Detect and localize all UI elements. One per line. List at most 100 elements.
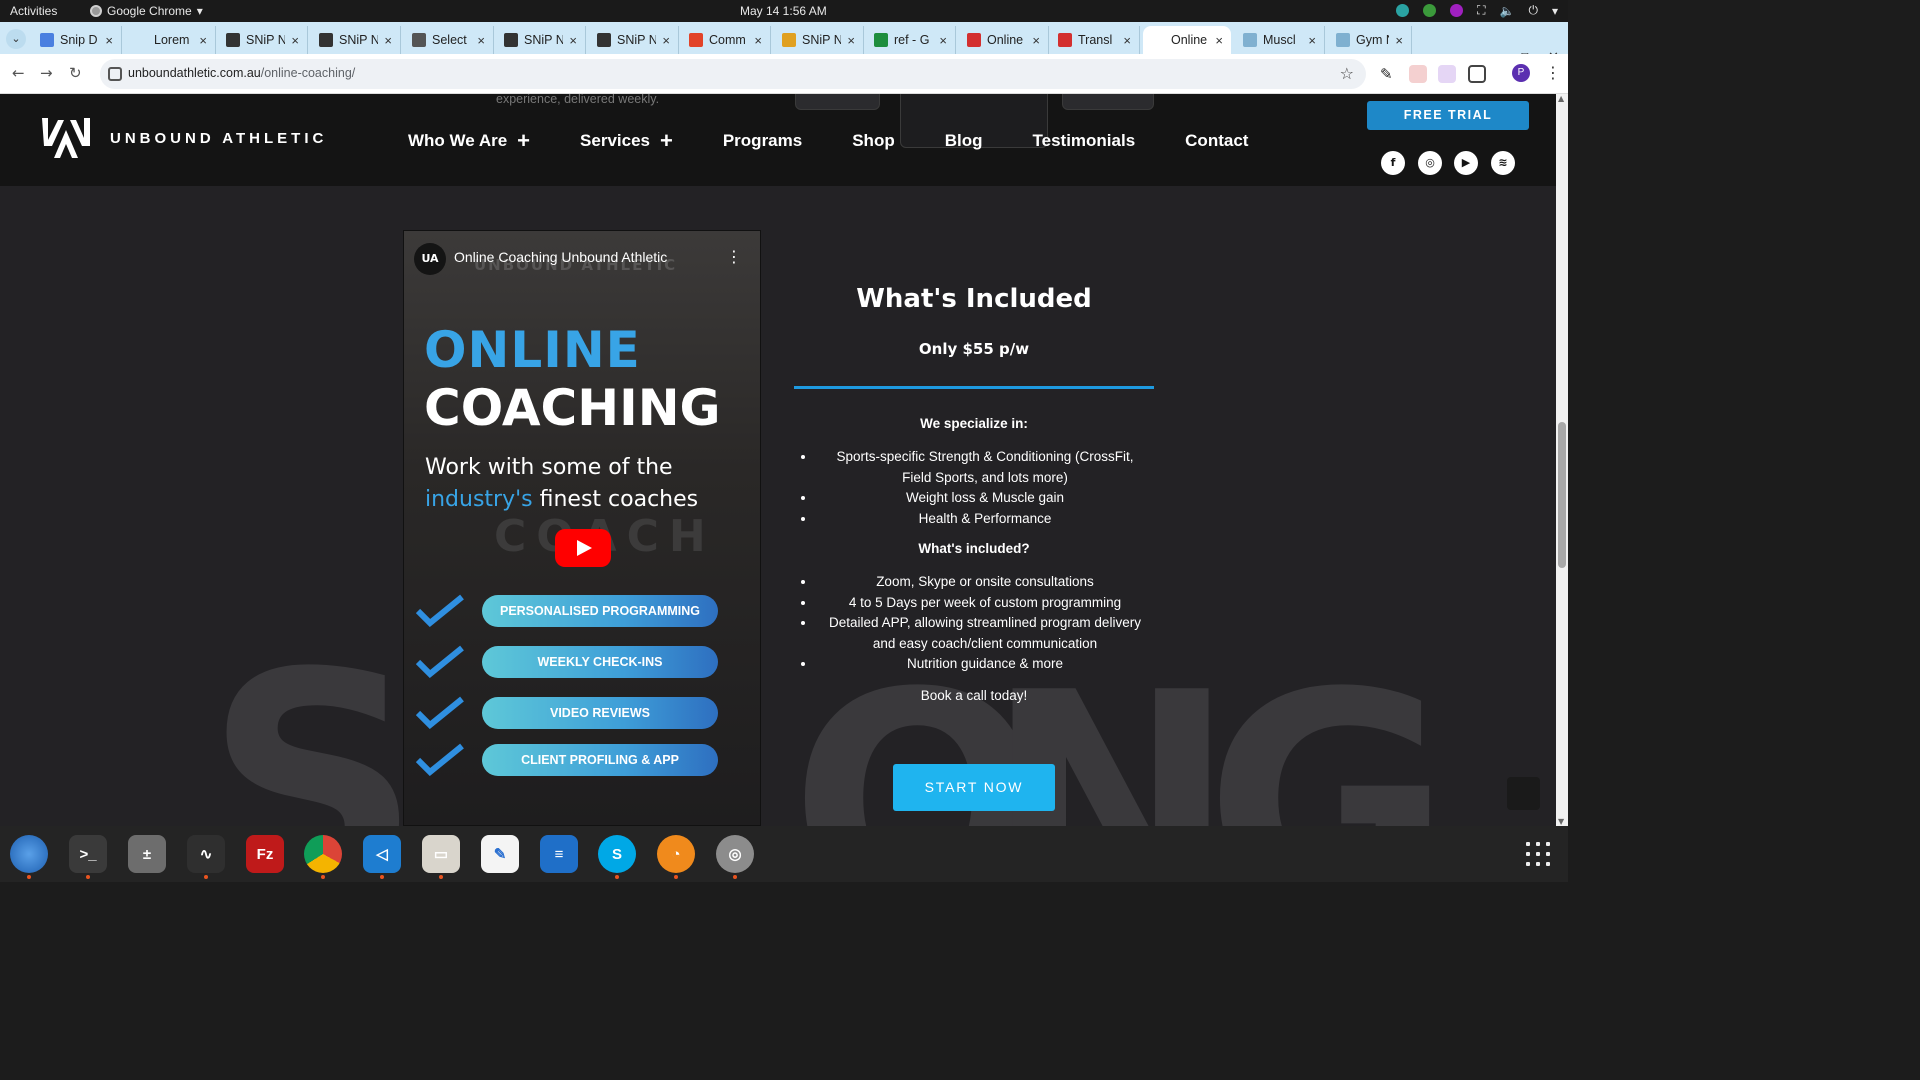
nav-label: Who We Are [408, 131, 508, 150]
volume-icon[interactable]: 🔈 [1500, 4, 1515, 18]
site-info-icon[interactable] [108, 67, 122, 81]
spotify-icon[interactable]: ≋ [1491, 151, 1515, 175]
filezilla-icon[interactable]: Fz [246, 835, 284, 873]
nav-shop[interactable]: Shop [852, 131, 895, 151]
nav-blog[interactable]: Blog [945, 131, 983, 151]
free-trial-button[interactable]: FREE TRIAL [1367, 101, 1529, 130]
back-to-top-button[interactable] [1507, 777, 1540, 810]
activities-button[interactable]: Activities [10, 4, 57, 18]
skype-icon[interactable]: S [598, 835, 636, 873]
system-tray[interactable]: ⛶ 🔈 ⏻ ▾ [1396, 3, 1558, 18]
browser-tab[interactable]: Select × [404, 26, 494, 54]
youtube-play-button[interactable] [555, 529, 611, 567]
close-tab-icon[interactable]: × [847, 33, 855, 48]
browser-tab[interactable]: SNiP N × [218, 26, 308, 54]
text-editor-icon[interactable]: ✎ [481, 835, 519, 873]
scroll-up-arrow-icon[interactable]: ▲ [1558, 94, 1564, 103]
nav-services[interactable]: Services + [580, 130, 673, 152]
bookmark-star-icon[interactable]: ☆ [1340, 64, 1354, 83]
close-tab-icon[interactable]: × [662, 33, 670, 48]
extensions-puzzle-icon[interactable] [1468, 65, 1486, 83]
close-tab-icon[interactable]: × [199, 33, 207, 48]
close-tab-icon[interactable]: × [105, 33, 113, 48]
network-icon[interactable]: ⛶ [1477, 3, 1485, 18]
page-scrollbar[interactable]: ▲ ▼ [1556, 94, 1568, 826]
pen-extension-icon[interactable] [1438, 65, 1456, 83]
close-tab-icon[interactable]: × [1123, 33, 1131, 48]
nav-testimonials[interactable]: Testimonials [1033, 131, 1136, 151]
close-tab-icon[interactable]: × [754, 33, 762, 48]
terminal-icon[interactable]: >_ [69, 835, 107, 873]
browser-tab[interactable]: SNiP N × [496, 26, 586, 54]
browser-tab[interactable]: Transl × [1050, 26, 1140, 54]
scroll-down-arrow-icon[interactable]: ▼ [1558, 817, 1564, 826]
clock[interactable]: May 14 1:56 AM [740, 4, 827, 18]
browser-tab[interactable]: SNiP N × [774, 26, 864, 54]
instagram-icon[interactable]: ◎ [1418, 151, 1442, 175]
tab-title: Snip D [60, 33, 98, 47]
browser-tab[interactable]: SNiP N × [589, 26, 679, 54]
profile-avatar[interactable]: P [1512, 64, 1530, 82]
start-now-button[interactable]: START NOW [893, 764, 1055, 811]
close-tab-icon[interactable]: × [1395, 33, 1403, 48]
youtube-icon[interactable]: ▶ [1454, 151, 1478, 175]
nav-who-we-are[interactable]: Who We Are + [408, 130, 530, 152]
channel-avatar[interactable]: UA [414, 243, 446, 275]
facebook-icon[interactable]: f [1381, 151, 1405, 175]
browser-tab[interactable]: SNiP N × [311, 26, 401, 54]
close-tab-icon[interactable]: × [569, 33, 577, 48]
browser-tab[interactable]: Lorem × [126, 26, 216, 54]
eyedropper-extension-icon[interactable]: ✎ [1380, 65, 1398, 83]
app-menu[interactable]: Google Chrome ▾ [90, 4, 203, 18]
nav-programs[interactable]: Programs [723, 131, 802, 151]
thunderbird-icon[interactable] [10, 835, 48, 873]
power-icon[interactable]: ⏻ [1528, 3, 1538, 18]
browser-tab[interactable]: Online × [959, 26, 1049, 54]
tab-search-button[interactable]: ⌄ [6, 29, 26, 49]
address-bar[interactable]: unboundathletic.com.au/online-coaching/ … [100, 59, 1366, 89]
browser-tab[interactable]: Online × [1143, 26, 1231, 54]
extension-icon[interactable] [1409, 65, 1427, 83]
youtube-video-embed[interactable]: UNBOUND ATHLETIC UA Online Coaching Unbo… [403, 230, 761, 826]
browser-tab[interactable]: Gym N × [1328, 26, 1412, 54]
system-monitor-icon[interactable]: ∿ [187, 835, 225, 873]
running-indicator [674, 875, 678, 879]
reload-button[interactable]: ↻ [69, 64, 82, 82]
tray-app-icon[interactable] [1450, 4, 1464, 17]
writer-icon[interactable]: ≡ [540, 835, 578, 873]
close-tab-icon[interactable]: × [1308, 33, 1316, 48]
video-title[interactable]: Online Coaching Unbound Athletic [454, 249, 667, 265]
show-apps-grid-icon[interactable] [1526, 842, 1550, 866]
browser-tab[interactable]: Comm × [681, 26, 771, 54]
browser-tab[interactable]: Muscl × [1235, 26, 1325, 54]
browser-tab[interactable]: Snip D × [32, 26, 122, 54]
burner-icon[interactable]: ◔ [657, 835, 695, 873]
vscode-icon[interactable]: ◁ [363, 835, 401, 873]
site-logo[interactable]: UNBOUND ATHLETIC [40, 116, 327, 160]
unbound-icon [1151, 33, 1165, 47]
disk-utility-icon[interactable]: ◎ [716, 835, 754, 873]
scrollbar-thumb[interactable] [1558, 422, 1566, 568]
close-tab-icon[interactable]: × [1215, 33, 1223, 48]
close-tab-icon[interactable]: × [477, 33, 485, 48]
plus-icon[interactable]: + [517, 130, 530, 152]
url-text[interactable]: unboundathletic.com.au/online-coaching/ [128, 66, 355, 80]
close-tab-icon[interactable]: × [384, 33, 392, 48]
chrome-menu-icon[interactable]: ⋮ [1545, 63, 1561, 82]
tray-app-icon[interactable] [1396, 4, 1410, 17]
back-button[interactable]: ← [12, 64, 25, 82]
close-tab-icon[interactable]: × [939, 33, 947, 48]
browser-tab[interactable]: ref - G × [866, 26, 956, 54]
video-menu-icon[interactable]: ⋮ [726, 247, 742, 266]
chrome-icon[interactable] [304, 835, 342, 873]
close-tab-icon[interactable]: × [1032, 33, 1040, 48]
calculator-icon[interactable]: ± [128, 835, 166, 873]
chevron-down-icon[interactable]: ▾ [1552, 4, 1558, 18]
files-icon[interactable]: ▭ [422, 835, 460, 873]
close-tab-icon[interactable]: × [291, 33, 299, 48]
nav-contact[interactable]: Contact [1185, 131, 1248, 151]
page-viewport: S O N G experience, delivered weekly. UN… [0, 94, 1556, 826]
forward-button[interactable]: → [40, 64, 53, 82]
tray-app-icon[interactable] [1423, 4, 1437, 17]
plus-icon[interactable]: + [660, 130, 673, 152]
